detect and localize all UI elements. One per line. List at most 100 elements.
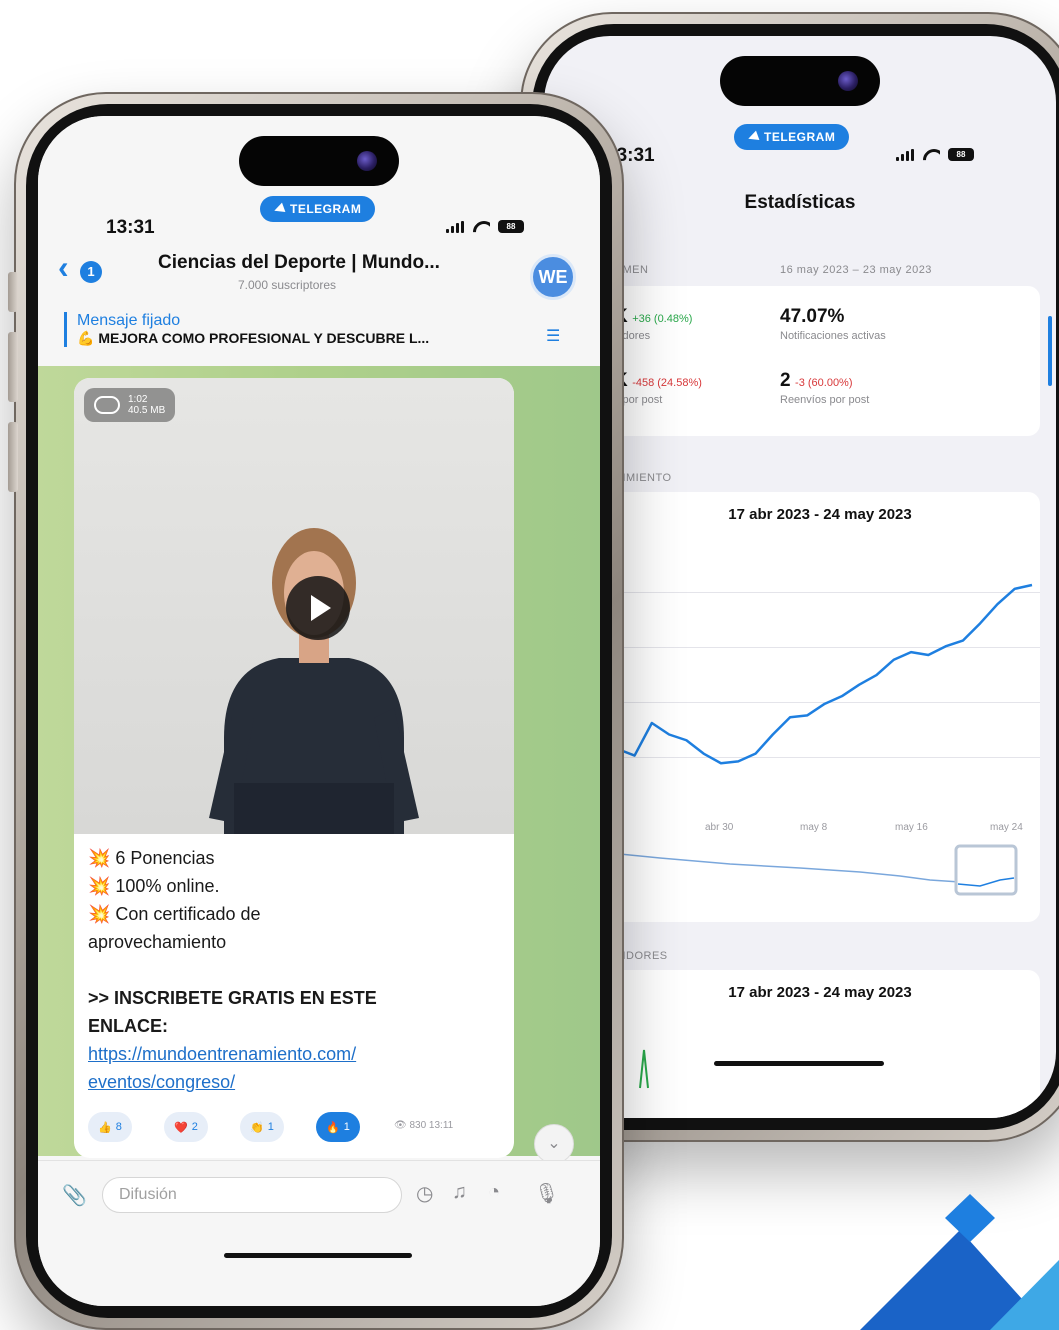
link[interactable]: eventos/congreso/ <box>88 1068 508 1096</box>
kpi-notifications: 47.07% Notificaciones activas <box>780 306 886 342</box>
reaction-count: 1 <box>267 1121 274 1133</box>
subscriber-count: 7.000 suscriptores <box>238 278 337 292</box>
range-selector[interactable] <box>600 842 1040 902</box>
video-duration: 1:02 <box>128 394 148 405</box>
kpi-shares-per-post: 2 -3 (60.00%) Reenvíos por post <box>780 370 869 406</box>
reaction-thumbs-up[interactable]: 👍 8 <box>88 1112 132 1142</box>
system-icons: 88 <box>896 148 974 161</box>
side-button <box>8 272 18 312</box>
kpi-caption: uidores <box>614 330 651 342</box>
kpi-value: 47.07% <box>780 306 845 327</box>
message-line: aprovechamiento <box>88 932 227 952</box>
system-icons: 88 <box>446 220 524 233</box>
views-and-time: 👁 830 13:11 <box>394 1120 454 1131</box>
clap-icon: 👏 <box>250 1121 264 1134</box>
kpi-delta: -3 (60.00%) <box>795 377 853 389</box>
x-tick-label: abr 30 <box>705 822 734 833</box>
fire-icon: 🔥 <box>326 1121 340 1134</box>
followers-spike <box>639 1049 649 1089</box>
attach-icon[interactable]: 📎 <box>62 1183 87 1208</box>
back-chevron-icon[interactable]: ‹ <box>58 249 69 286</box>
telegram-plane-icon <box>746 130 760 144</box>
telegram-pill: TELEGRAM <box>260 196 376 222</box>
x-tick-label: may 24 <box>990 822 1023 833</box>
status-time: 13:31 <box>106 217 155 238</box>
message-text: 💥 6 Ponencias 💥 100% online. 💥 Con certi… <box>88 844 508 1096</box>
signal-icon <box>446 220 464 233</box>
wifi-icon <box>472 221 490 233</box>
channel-avatar[interactable]: WE <box>530 254 576 300</box>
bell-icon[interactable]: ♫ <box>452 1181 467 1204</box>
reaction-count: 1 <box>343 1121 350 1133</box>
telegram-pill-label: TELEGRAM <box>764 130 836 144</box>
kpi-delta: -458 (24.58%) <box>632 377 702 389</box>
telegram-pill-label: TELEGRAM <box>290 202 362 216</box>
series-line <box>600 583 1033 765</box>
kpi-caption: Notificaciones activas <box>780 330 886 342</box>
signal-icon <box>896 148 914 161</box>
dynamic-island <box>239 136 399 186</box>
reaction-count: 8 <box>115 1121 122 1133</box>
growth-chart-card: 17 abr 2023 - 24 may 2023 23abr 30may 8m… <box>600 492 1040 922</box>
channel-title[interactable]: Ciencias del Deporte | Mundo... <box>158 252 440 274</box>
clock-icon[interactable]: ◷ <box>416 1181 433 1206</box>
pinned-label: Mensaje fijado <box>77 312 181 329</box>
chart-title: 17 abr 2023 - 24 may 2023 <box>728 506 912 523</box>
dynamic-island <box>720 56 880 106</box>
chat-phone: 13:31 TELEGRAM 88 ‹ 1 Ciencias del Depor… <box>8 92 624 1330</box>
side-button <box>8 422 18 492</box>
pinned-list-icon[interactable]: ☰ <box>546 326 560 346</box>
timer-icon[interactable]: ◔ <box>488 1181 500 1204</box>
home-indicator[interactable] <box>714 1061 884 1066</box>
followers-chart-range: 17 abr 2023 - 24 may 2023 <box>728 984 912 1001</box>
side-button <box>8 332 18 402</box>
camera-icon <box>357 151 377 171</box>
telegram-plane-icon <box>272 202 286 216</box>
input-bar: 📎 Difusión ◷ ♫ ◔ 🎙 <box>38 1160 600 1306</box>
home-indicator[interactable] <box>224 1253 412 1258</box>
reaction-count: 2 <box>191 1121 198 1133</box>
cta-line: ENLACE: <box>88 1016 168 1036</box>
kpi-caption: Reenvíos por post <box>780 394 870 406</box>
message-input[interactable]: Difusión <box>102 1177 402 1213</box>
reaction-clap[interactable]: 👏 1 <box>240 1112 284 1142</box>
kpi-delta: +36 (0.48%) <box>632 313 693 325</box>
microphone-icon[interactable]: 🎙 <box>534 1181 559 1206</box>
message-line: 💥 Con certificado de <box>88 904 261 924</box>
battery-icon: 88 <box>948 148 974 161</box>
kpi-caption: s por post <box>614 394 663 406</box>
wifi-icon <box>922 149 940 161</box>
download-badge[interactable]: 1:02 40.5 MB <box>84 388 176 422</box>
reaction-heart[interactable]: ❤️ 2 <box>164 1112 208 1142</box>
unread-badge: 1 <box>80 261 102 283</box>
video-preview[interactable]: 1:02 40.5 MB <box>74 378 514 834</box>
play-icon[interactable] <box>286 576 350 640</box>
kpi-value: 2 <box>780 370 791 391</box>
chat-screen: 13:31 TELEGRAM 88 ‹ 1 Ciencias del Depor… <box>38 116 600 1306</box>
x-tick-label: may 16 <box>895 822 928 833</box>
video-size: 40.5 MB <box>128 405 166 416</box>
kpi-views-per-post: K -458 (24.58%) s por post <box>614 370 702 406</box>
message-line: 💥 6 Ponencias <box>88 848 215 868</box>
followers-chart-card: 17 abr 2023 - 24 may 2023 <box>600 970 1040 1118</box>
thumbs-up-icon: 👍 <box>98 1121 112 1134</box>
cta-line: >> INSCRIBETE GRATIS EN ESTE <box>88 988 377 1008</box>
scroll-down-icon[interactable]: ⌄ <box>534 1124 574 1164</box>
telegram-pill: TELEGRAM <box>734 124 850 150</box>
summary-card: K +36 (0.48%) uidores 47.07% Notificacio… <box>600 286 1040 436</box>
kpi-followers: K +36 (0.48%) uidores <box>614 306 692 342</box>
growth-line-chart[interactable] <box>600 532 1040 822</box>
x-tick-label: may 8 <box>800 822 828 833</box>
message-bubble[interactable]: 1:02 40.5 MB 💥 6 Ponencias 💥 100% online… <box>74 378 514 1158</box>
scroll-indicator[interactable] <box>1048 316 1052 386</box>
link[interactable]: https://mundoentrenamiento.com/ <box>88 1040 508 1068</box>
pinned-message[interactable]: Mensaje fijado 💪 MEJORA COMO PROFESIONAL… <box>64 312 534 347</box>
reaction-fire[interactable]: 🔥 1 <box>316 1112 360 1142</box>
camera-icon <box>838 71 858 91</box>
brand-logo-icon <box>860 1194 1059 1330</box>
message-line: 💥 100% online. <box>88 876 220 896</box>
cloud-download-icon <box>94 396 120 414</box>
pinned-text: 💪 MEJORA COMO PROFESIONAL Y DESCUBRE L..… <box>77 330 430 346</box>
status-bar: 13:31 TELEGRAM 88 <box>38 196 600 248</box>
